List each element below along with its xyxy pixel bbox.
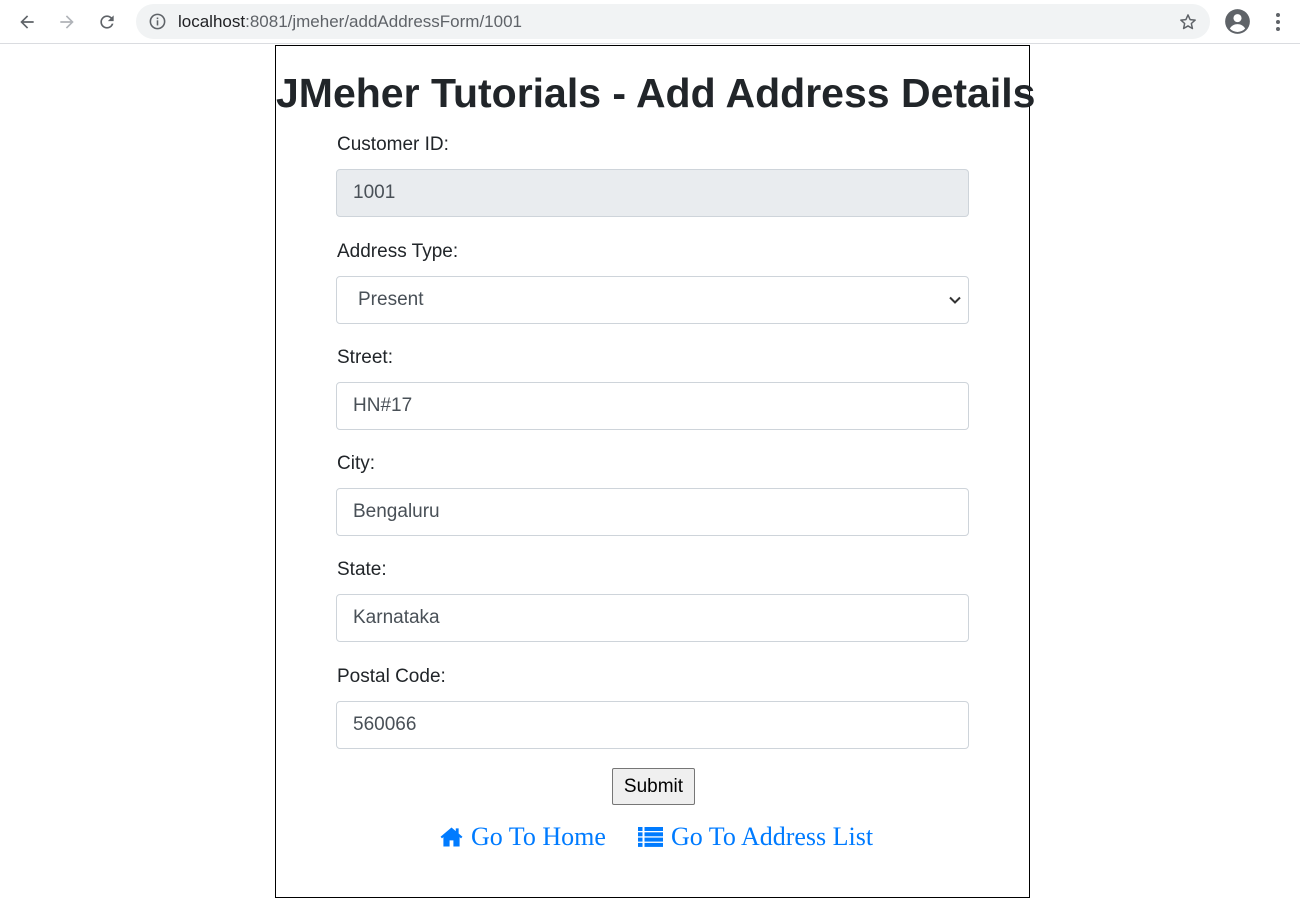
- go-to-address-list-label: Go To Address List: [671, 822, 874, 851]
- chevron-down-icon: [949, 296, 961, 304]
- go-to-home-link[interactable]: Go To Home: [440, 822, 606, 852]
- postal-code-input[interactable]: 560066: [336, 701, 969, 749]
- submit-button[interactable]: Submit: [612, 768, 695, 805]
- list-icon: [638, 827, 663, 847]
- state-input[interactable]: Karnataka: [336, 594, 969, 642]
- account-circle-icon[interactable]: [1224, 8, 1251, 35]
- url-host: localhost: [178, 12, 246, 31]
- arrow-left-icon: [20, 15, 34, 29]
- form-container: JMeher Tutorials - Add Address Details C…: [275, 45, 1036, 898]
- info-icon[interactable]: [148, 12, 167, 31]
- address-type-select[interactable]: Present: [336, 276, 969, 324]
- city-label: City:: [337, 453, 375, 474]
- browser-toolbar: localhost:8081/jmeher/addAddressForm/100…: [0, 0, 1300, 44]
- forward-button[interactable]: [51, 6, 83, 38]
- postal-code-label: Postal Code:: [337, 666, 446, 687]
- more-vert-icon[interactable]: [1268, 10, 1288, 34]
- home-icon: [440, 827, 463, 847]
- star-icon[interactable]: [1178, 12, 1198, 32]
- reload-icon: [100, 15, 114, 29]
- address-type-label: Address Type:: [337, 241, 459, 262]
- back-button[interactable]: [11, 6, 43, 38]
- url-text: localhost:8081/jmeher/addAddressForm/100…: [178, 12, 522, 32]
- page-title: JMeher Tutorials - Add Address Details: [276, 70, 1036, 116]
- reload-button[interactable]: [91, 6, 123, 38]
- address-type-selected-value: Present: [358, 289, 424, 310]
- go-to-address-list-link[interactable]: Go To Address List: [638, 822, 873, 852]
- street-label: Street:: [337, 347, 393, 368]
- city-input[interactable]: Bengaluru: [336, 488, 969, 536]
- street-input[interactable]: HN#17: [336, 382, 969, 430]
- url-path: :8081/jmeher/addAddressForm/1001: [245, 12, 522, 31]
- address-bar[interactable]: localhost:8081/jmeher/addAddressForm/100…: [136, 4, 1210, 39]
- go-to-home-label: Go To Home: [471, 822, 606, 851]
- arrow-right-icon: [60, 15, 74, 29]
- customer-id-label: Customer ID:: [337, 134, 449, 155]
- customer-id-field[interactable]: 1001: [336, 169, 969, 217]
- state-label: State:: [337, 559, 387, 580]
